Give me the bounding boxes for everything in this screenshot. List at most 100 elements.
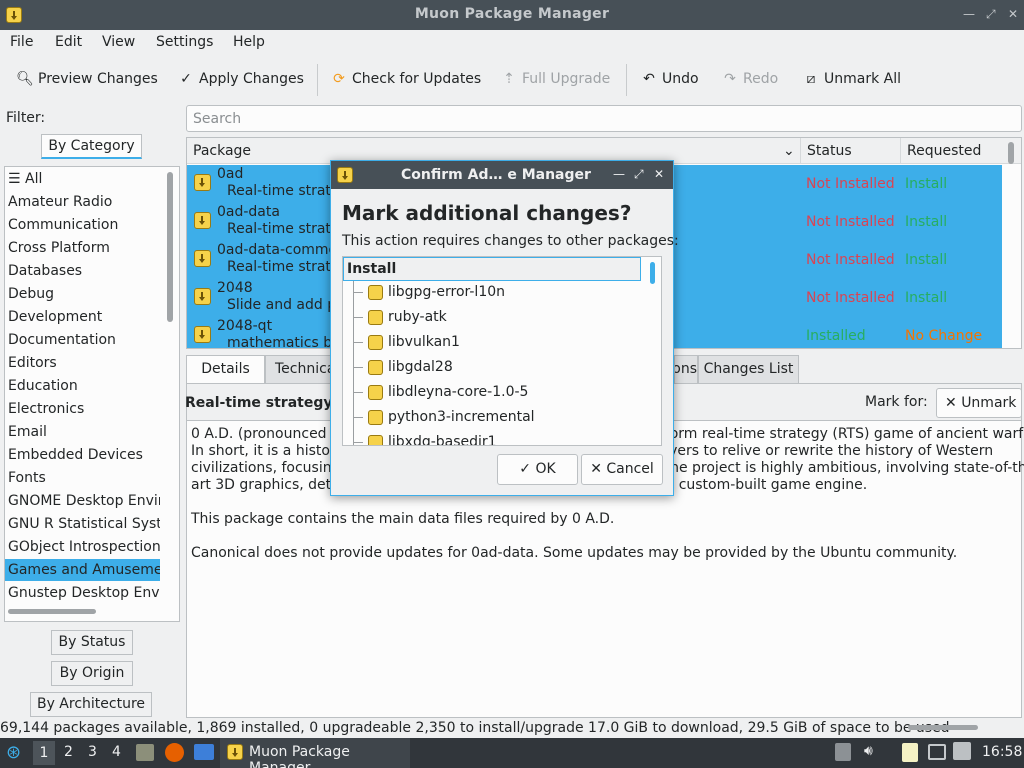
menu-file[interactable]: File [10,34,33,50]
package-name: 0ad-data [217,204,280,220]
category-item[interactable]: Development [8,306,160,328]
category-item[interactable]: Electronics [8,398,160,420]
menu-edit[interactable]: Edit [55,34,82,50]
file-manager-icon[interactable] [136,744,154,761]
category-item[interactable]: GObject Introspection [8,536,160,558]
category-item[interactable]: Gnustep Desktop Environment [8,582,160,604]
redo-icon: ↷ [724,71,736,87]
tab-by-architecture[interactable]: By Architecture [30,692,152,717]
desktop-icon[interactable] [194,744,214,760]
mark-for-label: Mark for: [865,394,928,410]
list-header-install[interactable]: Install [343,257,641,281]
menu-bar: File Edit View Settings Help [0,30,1024,56]
category-item[interactable]: Email [8,421,160,443]
category-item[interactable]: Embedded Devices [8,444,160,466]
list-item[interactable]: python3-incremental [388,409,535,425]
category-item[interactable]: Editors [8,352,160,374]
workspace-2[interactable]: 2 [64,744,73,760]
list-icon: ☰ [8,171,26,187]
check-updates-button[interactable]: ⟳ Check for Updates [330,71,481,87]
category-item[interactable]: GNU R Statistical System [8,513,160,535]
package-desc: Real-time strategy game of ancient warfa… [227,221,331,237]
tree-branch [353,292,363,293]
close-icon[interactable]: ✕ [1008,7,1018,21]
maximize-icon[interactable]: ⤢ [986,7,996,21]
search-input[interactable]: Search [186,105,1022,132]
close-icon[interactable]: ✕ [654,167,664,181]
undo-button[interactable]: ↶ Undo [640,71,698,87]
details-title: Real-time strategy game of ancient warfa… [185,395,330,411]
list-item[interactable]: libdleyna-core-1.0-5 [388,384,528,400]
minimize-icon[interactable]: — [613,167,625,181]
workspace-4[interactable]: 4 [112,744,121,760]
taskbar-window-muon[interactable]: Muon Package Manager [220,738,410,768]
category-item[interactable]: Debug [8,283,160,305]
package-requested: No Change [905,328,983,344]
category-item-all[interactable]: ☰ All [8,168,160,190]
list-item[interactable]: libgdal28 [388,359,453,375]
workspace-3[interactable]: 3 [88,744,97,760]
category-item[interactable]: Cross Platform [8,237,160,259]
category-item[interactable]: Amateur Radio [8,191,160,213]
redo-button[interactable]: ↷ Redo [721,71,778,87]
volume-icon[interactable]: 🔊︎ [864,743,873,759]
tree-branch [353,342,363,343]
workspace-1[interactable]: 1 [33,741,55,765]
minimize-icon[interactable]: — [963,7,975,21]
category-item[interactable]: Education [8,375,160,397]
package-icon [368,335,383,350]
update-notifier-icon[interactable] [953,742,971,760]
menu-view[interactable]: View [102,34,135,50]
full-upgrade-button[interactable]: ⇡ Full Upgrade [500,71,610,87]
unmark-all-button[interactable]: ⧄ Unmark All [802,71,901,87]
unmark-label: Unmark [961,395,1017,411]
dialog-title: Confirm Ad… e Manager [401,167,591,183]
clipboard-icon[interactable] [835,743,851,761]
tab-details[interactable]: Details [186,355,265,384]
tab-changes-list[interactable]: Changes List [698,355,799,384]
dialog-titlebar[interactable]: Confirm Ad… e Manager — ⤢ ✕ [331,161,673,189]
category-item[interactable]: Fonts [8,467,160,489]
window-titlebar[interactable]: Muon Package Manager — ⤢ ✕ [0,0,1024,30]
package-icon [194,174,211,191]
refresh-icon: ⟳ [333,71,345,87]
changes-scrollbar[interactable] [650,262,655,284]
firefox-icon[interactable] [165,743,184,762]
menu-help[interactable]: Help [233,34,265,50]
start-menu-icon[interactable]: ⊛ [6,742,21,763]
list-item[interactable]: libxdg-basedir1 [388,434,497,445]
category-hscrollbar[interactable] [8,609,96,614]
list-item[interactable]: libvulkan1 [388,334,460,350]
status-scrollbar[interactable] [908,725,978,730]
unmark-button[interactable]: ✕ Unmark [936,388,1022,418]
tab-by-category[interactable]: By Category [41,134,142,159]
category-item[interactable]: Communication [8,214,160,236]
column-header-requested[interactable]: Requested [901,138,1021,164]
ok-button[interactable]: ✓ OK [497,454,578,485]
category-item[interactable]: Documentation [8,329,160,351]
package-icon [368,435,383,445]
tab-technical-details[interactable]: Technical Details [265,355,331,384]
category-scrollbar[interactable] [167,172,173,322]
list-item[interactable]: libgpg-error-l10n [388,284,505,300]
menu-settings[interactable]: Settings [156,34,213,50]
filter-label: Filter: [6,110,46,126]
package-scrollbar[interactable] [1008,142,1014,164]
display-icon[interactable] [928,744,946,760]
tab-versions[interactable]: Versions [674,355,698,384]
notes-icon[interactable] [902,743,918,762]
category-item[interactable]: Databases [8,260,160,282]
tab-by-origin[interactable]: By Origin [51,661,133,686]
apply-changes-button[interactable]: ✓ Apply Changes [177,71,304,87]
column-header-status[interactable]: Status [801,138,901,164]
preview-changes-button[interactable]: 🔍︎ Preview Changes [16,71,158,87]
package-desc: Real-time strategy game of ancient warfa… [227,259,331,275]
cancel-button[interactable]: ✕ Cancel [581,454,663,485]
list-item[interactable]: ruby-atk [388,309,447,325]
category-item-selected[interactable]: Games and Amusement [5,559,160,581]
tab-by-status[interactable]: By Status [51,630,133,655]
changes-list: Install libgpg-error-l10n ruby-atk libvu… [342,256,662,446]
maximize-icon[interactable]: ⤢ [634,167,644,181]
category-item[interactable]: GNOME Desktop Environment [8,490,160,512]
package-icon [368,360,383,375]
